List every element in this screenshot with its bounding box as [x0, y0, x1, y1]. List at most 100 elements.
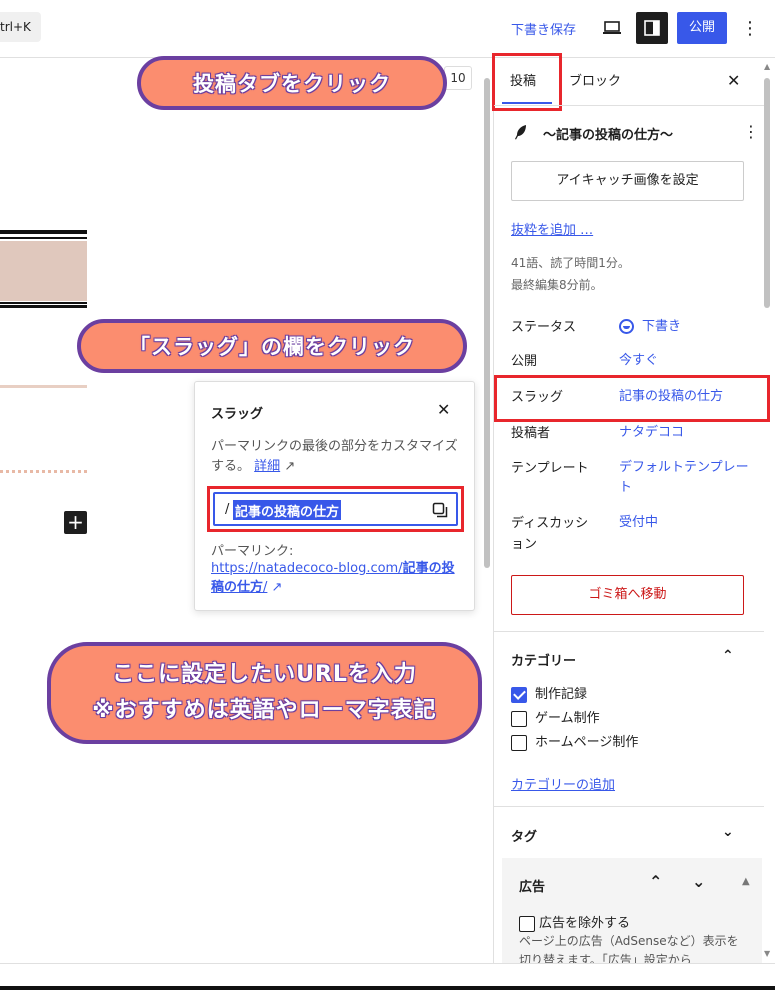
- slug-popover: スラッグ ✕ パーマリンクの最後の部分をカスタマイズする。 詳細 ↗ / 記事の…: [194, 381, 475, 611]
- banner-line: [0, 305, 87, 308]
- callout-text: ※おすすめは英語やローマ字表記: [92, 698, 437, 723]
- add-category-link[interactable]: カテゴリーの追加: [511, 774, 615, 793]
- settings-sidebar: 投稿 ブロック ✕ ～記事の投稿の仕方～ ⋮ アイキャッチ画像を設定 抜粋を追加…: [492, 53, 775, 968]
- sidebar-scrollbar[interactable]: ▲ ▼: [760, 58, 774, 963]
- post-summary: ～記事の投稿の仕方～ ⋮: [511, 122, 759, 144]
- bottom-border: [0, 986, 775, 990]
- set-featured-image-button[interactable]: アイキャッチ画像を設定: [511, 161, 744, 201]
- discussion-label: ディスカッション: [511, 516, 589, 552]
- publish-value[interactable]: 今すぐ: [619, 351, 749, 371]
- slug-row-highlight: [494, 375, 770, 422]
- close-icon[interactable]: ✕: [727, 71, 740, 90]
- scrollbar-thumb[interactable]: [484, 78, 490, 568]
- scroll-up-icon[interactable]: ▲: [764, 62, 770, 71]
- publish-label: 公開: [511, 354, 538, 369]
- callout-text: 「スラッグ」の欄をクリック: [129, 335, 415, 359]
- last-edited: 最終編集8分前。: [511, 278, 603, 292]
- save-draft-button[interactable]: 下書き保存: [511, 19, 576, 38]
- slug-value[interactable]: 記事の投稿の仕方: [233, 500, 342, 520]
- status-label: ステータス: [511, 320, 577, 335]
- settings-toggle-button[interactable]: [636, 12, 668, 44]
- description-text: パーマリンクの最後の部分をカスタマイズする。: [211, 439, 458, 474]
- ad-panel: 広告 ⌃ ⌄ ▲ 広告を除外する ページ上の広告（AdSenseなど）表示を切り…: [502, 858, 762, 968]
- copy-icon[interactable]: [432, 502, 448, 518]
- template-value[interactable]: デフォルトテンプレート: [619, 458, 749, 498]
- category-label: 制作記録: [535, 687, 588, 702]
- close-icon[interactable]: ✕: [437, 400, 450, 419]
- category-item[interactable]: ホームページ制作: [511, 734, 638, 752]
- author-label: 投稿者: [511, 426, 551, 441]
- banner-fill: [0, 241, 87, 301]
- checkbox-checked[interactable]: [511, 686, 527, 703]
- callout-click-slug: 「スラッグ」の欄をクリック: [77, 319, 467, 373]
- discussion-value[interactable]: 受付中: [619, 513, 749, 533]
- permalink-label: パーマリンク:: [211, 544, 294, 559]
- chevron-down-icon[interactable]: ⌄: [692, 872, 705, 891]
- ad-panel-title: 広告: [519, 880, 546, 895]
- tab-block[interactable]: ブロック: [569, 58, 621, 105]
- categories-panel-title[interactable]: カテゴリー: [511, 650, 576, 669]
- popover-title: スラッグ: [211, 407, 264, 422]
- post-options-icon[interactable]: ⋮: [743, 122, 759, 141]
- divider: [494, 806, 764, 807]
- sidebar-icon: [644, 20, 660, 36]
- checkbox[interactable]: [511, 734, 527, 751]
- editor-toolbar: trl+K 下書き保存 公開 ⋮: [0, 0, 775, 58]
- template-label: テンプレート: [511, 461, 589, 476]
- status-text[interactable]: 下書き: [642, 319, 681, 334]
- chevron-up-icon[interactable]: ⌃: [649, 872, 662, 891]
- publish-button[interactable]: 公開: [677, 12, 727, 44]
- slug-input[interactable]: / 記事の投稿の仕方: [213, 492, 458, 526]
- canvas-scrollbar[interactable]: [482, 58, 492, 963]
- preview-button[interactable]: [598, 14, 626, 42]
- status-value[interactable]: 下書き: [619, 317, 749, 337]
- checkbox[interactable]: [511, 710, 527, 727]
- callout-text: 投稿タブをクリック: [193, 72, 391, 96]
- popover-description: パーマリンクの最後の部分をカスタマイズする。 詳細 ↗: [211, 437, 466, 477]
- divider: [494, 631, 764, 632]
- permalink-base[interactable]: https://natadecoco-blog.com/: [211, 561, 403, 576]
- revision-count[interactable]: 10: [444, 66, 472, 90]
- exclude-ads-checkbox-row[interactable]: 広告を除外する: [519, 912, 630, 932]
- external-link-icon: ↗: [284, 459, 296, 474]
- post-tab-highlight: [492, 53, 562, 111]
- add-excerpt-link[interactable]: 抜粋を追加 …: [511, 219, 593, 238]
- category-item[interactable]: 制作記録: [511, 686, 587, 704]
- draft-status-icon: [619, 319, 634, 334]
- category-label: ゲーム制作: [535, 711, 600, 726]
- chevron-up-icon[interactable]: ⌃: [722, 648, 734, 664]
- callout-enter-url: ここに設定したいURLを入力 ※おすすめは英語やローマ字表記: [47, 642, 482, 744]
- options-icon[interactable]: ⋮: [741, 13, 759, 43]
- dotted-separator-block[interactable]: [0, 470, 87, 473]
- exclude-ads-label: 広告を除外する: [539, 916, 631, 931]
- post-stats: 41語、読了時間1分。 最終編集8分前。: [511, 252, 630, 296]
- category-item[interactable]: ゲーム制作: [511, 710, 600, 728]
- checkbox[interactable]: [519, 915, 535, 932]
- scrollbar-thumb[interactable]: [764, 78, 770, 308]
- callout-click-post-tab: 投稿タブをクリック: [137, 56, 447, 110]
- command-palette-shortcut[interactable]: trl+K: [0, 12, 41, 42]
- collapse-triangle-icon[interactable]: ▲: [742, 876, 750, 887]
- slug-prefix: /: [225, 502, 230, 517]
- add-block-button[interactable]: +: [64, 511, 87, 534]
- banner-line: [0, 230, 87, 234]
- heading-banner-block[interactable]: [0, 230, 87, 308]
- tags-panel-title[interactable]: タグ: [511, 826, 537, 845]
- permalink-url[interactable]: https://natadecoco-blog.com/記事の投稿の仕方/ ↗: [211, 559, 461, 597]
- word-count: 41語、読了時間1分。: [511, 256, 630, 270]
- banner-line: [0, 237, 87, 239]
- laptop-icon: [603, 21, 621, 34]
- callout-text: ここに設定したいURLを入力: [112, 662, 417, 687]
- post-title: ～記事の投稿の仕方～: [543, 128, 674, 143]
- permalink-end[interactable]: /: [263, 580, 267, 595]
- feather-icon: [515, 125, 526, 140]
- separator-block[interactable]: [0, 385, 87, 388]
- author-value[interactable]: ナタデココ: [619, 423, 749, 443]
- slug-field-highlight: / 記事の投稿の仕方: [207, 486, 464, 532]
- scroll-down-icon[interactable]: ▼: [764, 949, 770, 958]
- chevron-down-icon[interactable]: ⌄: [722, 824, 734, 840]
- banner-line: [0, 302, 87, 304]
- move-to-trash-button[interactable]: ゴミ箱へ移動: [511, 575, 744, 615]
- detail-link[interactable]: 詳細: [254, 459, 280, 474]
- divider: [494, 105, 764, 106]
